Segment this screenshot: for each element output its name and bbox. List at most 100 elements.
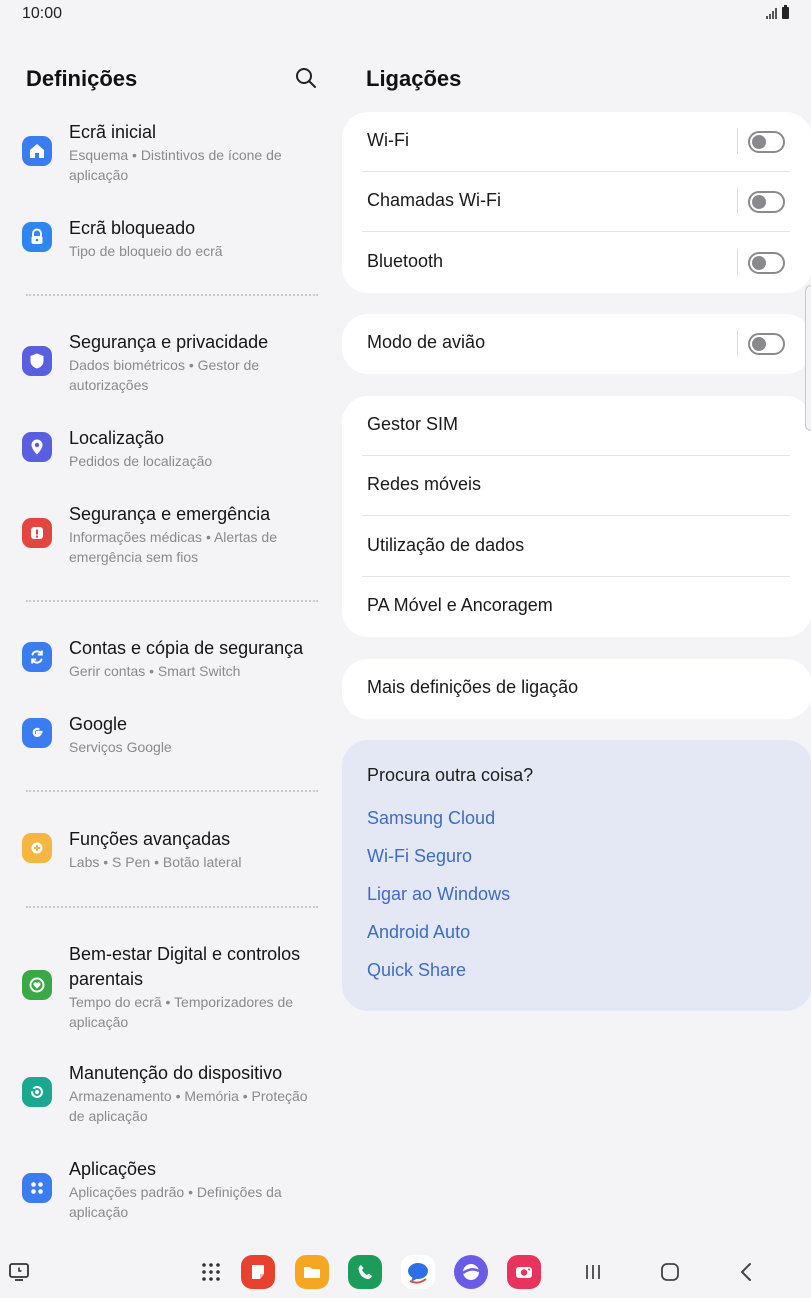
lock-icon [22,222,52,252]
recent-apps-panel-button[interactable] [4,1257,34,1287]
menu-item-subtitle: Pedidos de localização [69,453,213,469]
menu-item-subtitle: Esquema • Distintivos de ícone de aplica… [69,147,282,183]
row-label: Modo de avião [367,332,486,352]
row-label: PA Móvel e Ancoragem [367,595,553,615]
notes-app-icon[interactable] [241,1255,275,1289]
toggle-knob [752,256,766,270]
menu-item-subtitle: Labs • S Pen • Botão lateral [69,854,242,870]
back-button[interactable] [732,1257,762,1287]
suggestions-title: Procura outra coisa? [367,765,534,785]
suggestion-link[interactable]: Ligar ao Windows [367,884,510,905]
divider [737,330,738,356]
menu-item-advanced-features[interactable]: Funções avançadas Labs • S Pen • Botão l… [0,827,330,877]
status-icons [766,5,789,19]
row-hotspot-tethering[interactable]: PA Móvel e Ancoragem [342,577,811,637]
row-label: Utilização de dados [367,535,525,555]
menu-item-safety-emergency[interactable]: Segurança e emergência Informações médic… [0,502,330,574]
search-icon [296,68,316,88]
row-mobile-networks[interactable]: Redes móveis [342,456,811,516]
menu-item-subtitle: Informações médicas • Alertas de emergên… [69,529,277,565]
files-app-icon[interactable] [295,1255,329,1289]
divider [362,515,790,516]
row-label: Gestor SIM [367,414,459,434]
suggestions-card: Procura outra coisa? Samsung Cloud Wi-Fi… [342,740,811,1011]
menu-item-digital-wellbeing[interactable]: Bem-estar Digital e controlos parentais … [0,942,330,1038]
page-title: Definições [26,66,138,91]
menu-item-subtitle: Dados biométricos • Gestor de autorizaçõ… [69,357,260,393]
menu-item-subtitle: Aplicações padrão • Definições da aplica… [69,1184,282,1220]
row-sim-manager[interactable]: Gestor SIM [342,396,811,456]
card-more: Mais definições de ligação [342,659,811,719]
toggle-knob [752,135,766,149]
menu-item-lock-screen[interactable]: Ecrã bloqueado Tipo de bloqueio do ecrã [0,216,330,266]
google-icon [22,718,52,748]
device-care-icon [22,1077,52,1107]
row-label: Wi-Fi [367,130,409,150]
home-icon [22,136,52,166]
shield-icon [22,346,52,376]
menu-item-title: Ecrã inicial [69,122,157,142]
browser-app-icon[interactable] [454,1255,488,1289]
apps-grid-icon [22,1173,52,1203]
signal-icon [766,7,777,19]
row-bluetooth[interactable]: Bluetooth [342,233,811,293]
home-button[interactable] [655,1257,685,1287]
divider [26,790,318,792]
menu-item-location[interactable]: Localização Pedidos de localização [0,426,330,476]
menu-item-title: Localização [69,428,165,448]
settings-menu-pane: Definições Ecrã inicial Esquema • Distin… [0,40,340,1240]
camera-app-icon[interactable] [507,1255,541,1289]
airplane-mode-toggle[interactable] [748,333,785,355]
apps-grid-icon [202,1263,220,1281]
menu-item-title: Aplicações [69,1159,157,1179]
menu-item-title: Funções avançadas [69,829,231,849]
divider [737,128,738,154]
home-square-icon [661,1263,679,1281]
menu-item-subtitle: Gerir contas • Smart Switch [69,663,241,679]
messages-app-icon[interactable] [401,1255,435,1289]
phone-app-icon[interactable] [348,1255,382,1289]
wifi-calling-toggle[interactable] [748,191,785,213]
menu-item-title: Segurança e privacidade [69,332,269,352]
recents-button[interactable] [578,1257,608,1287]
menu-item-security-privacy[interactable]: Segurança e privacidade Dados biométrico… [0,330,330,402]
menu-item-google[interactable]: Google Serviços Google [0,712,330,762]
wifi-toggle[interactable] [748,131,785,153]
row-airplane-mode[interactable]: Modo de avião [342,314,811,374]
divider [26,294,318,296]
wellbeing-heart-icon [22,970,52,1000]
menu-item-home-screen[interactable]: Ecrã inicial Esquema • Distintivos de íc… [0,120,330,192]
screen-clock-icon [9,1263,29,1281]
row-wifi-calling[interactable]: Chamadas Wi-Fi [342,172,811,232]
divider [737,188,738,214]
card-mobile: Gestor SIM Redes móveis Utilização de da… [342,396,811,637]
divider [362,231,790,232]
menu-item-apps[interactable]: Aplicações Aplicações padrão • Definiçõe… [0,1157,330,1229]
status-bar: 10:00 [0,0,811,30]
row-more-connection-settings[interactable]: Mais definições de ligação [342,659,811,719]
connections-title: Ligações [366,66,462,91]
row-label: Mais definições de ligação [367,677,579,697]
suggestion-link[interactable]: Android Auto [367,922,470,943]
app-drawer-button[interactable] [196,1257,226,1287]
menu-item-title: Segurança e emergência [69,504,271,524]
menu-item-device-care[interactable]: Manutenção do dispositivo Armazenamento … [0,1061,330,1133]
toggle-knob [752,195,766,209]
edge-panel-handle[interactable] [805,285,811,431]
location-pin-icon [22,432,52,462]
menu-item-subtitle: Tipo de bloqueio do ecrã [69,243,223,259]
menu-item-accounts-backup[interactable]: Contas e cópia de segurança Gerir contas… [0,636,330,686]
suggestion-link[interactable]: Wi-Fi Seguro [367,846,472,867]
taskbar [0,1244,811,1298]
recents-icon [586,1265,600,1279]
divider [26,906,318,908]
row-data-usage[interactable]: Utilização de dados [342,517,811,577]
chevron-left-icon [741,1263,751,1281]
row-wifi[interactable]: Wi-Fi [342,112,811,172]
bluetooth-toggle[interactable] [748,252,785,274]
search-button[interactable] [293,65,319,91]
suggestion-link[interactable]: Samsung Cloud [367,808,495,829]
sync-icon [22,642,52,672]
suggestion-link[interactable]: Quick Share [367,960,466,981]
toggle-knob [752,337,766,351]
